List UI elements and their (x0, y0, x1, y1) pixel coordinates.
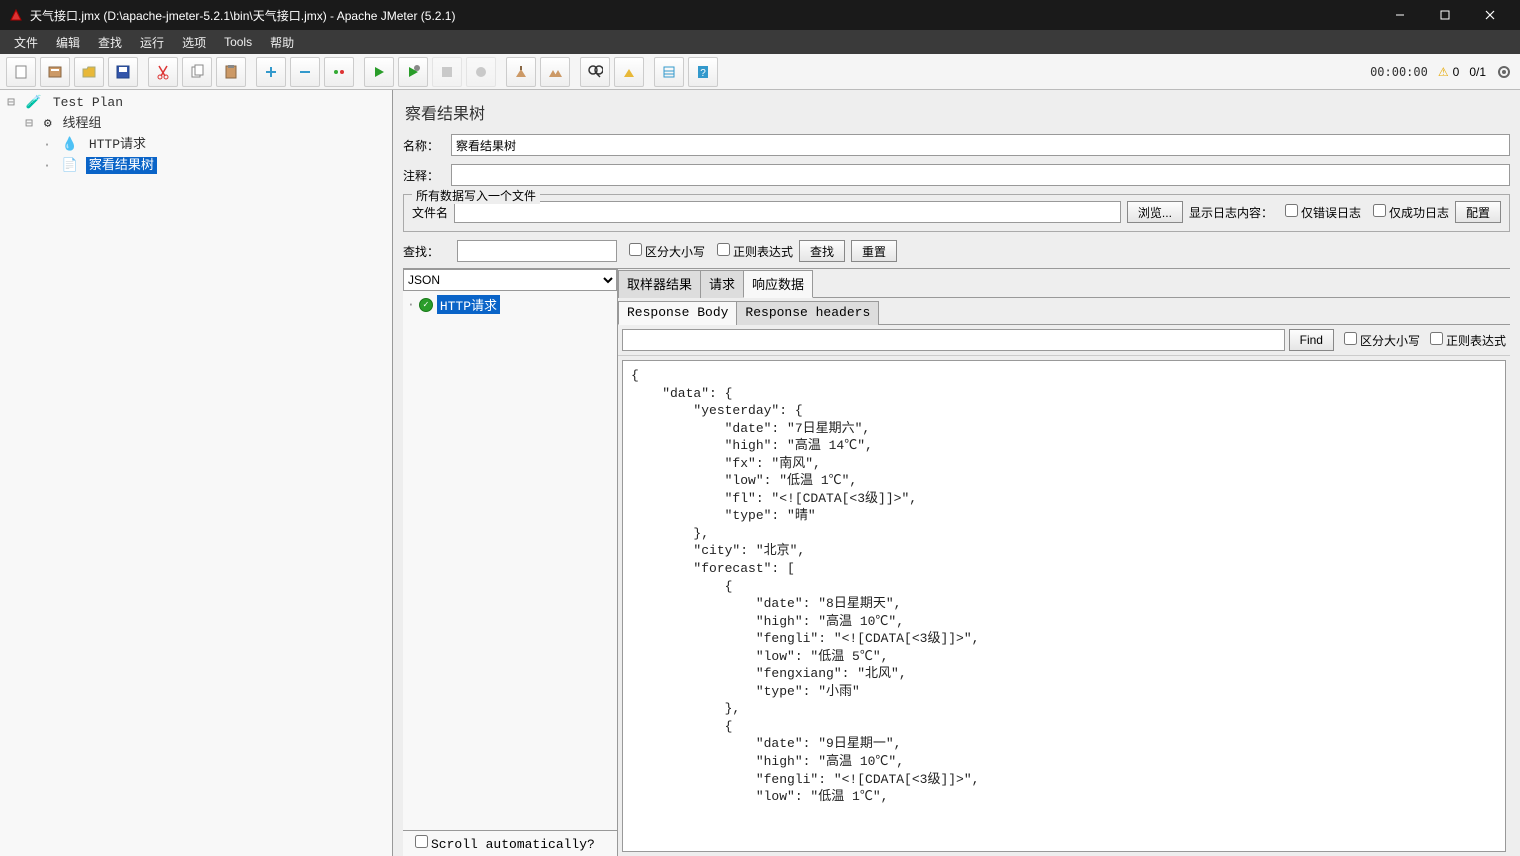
scroll-auto-checkbox[interactable]: Scroll automatically? (409, 837, 595, 852)
menu-edit[interactable]: 编辑 (48, 32, 88, 53)
renderer-select[interactable]: JSON (403, 269, 617, 291)
search-label: 查找： (403, 243, 451, 260)
only-error-checkbox[interactable]: 仅错误日志 (1279, 204, 1361, 221)
warning-icon: ⚠ (1438, 65, 1449, 79)
reset-search-button[interactable] (614, 57, 644, 87)
test-plan-tree[interactable]: ⊟ 🧪 Test Plan ⊟ ⚙ 线程组 · 💧 HTTP请求 · 📄 察看结… (0, 90, 393, 856)
shutdown-button[interactable] (466, 57, 496, 87)
write-results-fieldset: 所有数据写入一个文件 文件名 浏览... 显示日志内容： 仅错误日志 仅成功日志… (403, 194, 1510, 232)
subtab-response-body[interactable]: Response Body (618, 301, 737, 325)
result-item-http[interactable]: · ✓ HTTP请求 (407, 295, 613, 314)
paste-button[interactable] (216, 57, 246, 87)
menu-search[interactable]: 查找 (90, 32, 130, 53)
comment-label: 注释： (403, 167, 451, 184)
toggle-button[interactable] (324, 57, 354, 87)
function-helper-button[interactable] (654, 57, 684, 87)
stop-button[interactable] (432, 57, 462, 87)
menu-bar: 文件 编辑 查找 运行 选项 Tools 帮助 (0, 30, 1520, 54)
detail-tabs: 取样器结果 请求 响应数据 (618, 269, 1510, 298)
expand-button[interactable] (256, 57, 286, 87)
find-case-checkbox[interactable]: 区分大小写 (1338, 332, 1420, 349)
menu-run[interactable]: 运行 (132, 32, 172, 53)
search-input[interactable] (457, 240, 617, 262)
tab-sampler-result[interactable]: 取样器结果 (618, 270, 701, 298)
tree-node-thread-group[interactable]: ⊟ ⚙ 线程组 (4, 111, 388, 132)
name-label: 名称： (403, 137, 451, 154)
toolbar: ? 00:00:00 ⚠ 0 0/1 (0, 54, 1520, 90)
browse-button[interactable]: 浏览... (1127, 201, 1183, 223)
window-maximize-button[interactable] (1422, 0, 1467, 30)
templates-button[interactable] (40, 57, 70, 87)
only-success-checkbox[interactable]: 仅成功日志 (1367, 204, 1449, 221)
window-close-button[interactable] (1467, 0, 1512, 30)
results-list[interactable]: · ✓ HTTP请求 (403, 291, 617, 830)
tab-response-data[interactable]: 响应数据 (743, 270, 813, 298)
clear-all-button[interactable] (540, 57, 570, 87)
search-regex-checkbox[interactable]: 正则表达式 (711, 243, 793, 260)
menu-options[interactable]: 选项 (174, 32, 214, 53)
tree-node-view-results-tree[interactable]: · 📄 察看结果树 (4, 153, 388, 174)
configure-button[interactable]: 配置 (1455, 201, 1501, 223)
search-button[interactable]: 查找 (799, 240, 845, 262)
filename-label: 文件名 (412, 204, 448, 221)
window-title: 天气接口.jmx (D:\apache-jmeter-5.2.1\bin\天气接… (30, 7, 1377, 24)
flask-icon: 🧪 (26, 95, 42, 110)
menu-file[interactable]: 文件 (6, 32, 46, 53)
filename-input[interactable] (454, 201, 1121, 223)
elapsed-time: 00:00:00 (1370, 65, 1428, 79)
subtab-response-headers[interactable]: Response headers (736, 301, 879, 325)
start-no-pause-button[interactable] (398, 57, 428, 87)
window-titlebar: 天气接口.jmx (D:\apache-jmeter-5.2.1\bin\天气接… (0, 0, 1520, 30)
clear-button[interactable] (506, 57, 536, 87)
search-tree-button[interactable] (580, 57, 610, 87)
menu-help[interactable]: 帮助 (262, 32, 302, 53)
start-button[interactable] (364, 57, 394, 87)
find-input[interactable] (622, 329, 1285, 351)
show-log-label: 显示日志内容： (1189, 204, 1273, 221)
threads-count: 0/1 (1469, 65, 1486, 79)
tab-request[interactable]: 请求 (700, 270, 744, 298)
open-button[interactable] (74, 57, 104, 87)
comment-input[interactable] (451, 164, 1510, 186)
gear-icon: ⚙ (44, 116, 52, 131)
svg-text:?: ? (700, 68, 706, 79)
copy-button[interactable] (182, 57, 212, 87)
response-subtabs: Response Body Response headers (618, 298, 1510, 325)
success-icon: ✓ (419, 298, 433, 312)
name-input[interactable] (451, 134, 1510, 156)
search-case-checkbox[interactable]: 区分大小写 (623, 243, 705, 260)
app-icon (8, 7, 24, 23)
fieldset-legend: 所有数据写入一个文件 (412, 187, 540, 204)
save-button[interactable] (108, 57, 138, 87)
response-body-text[interactable]: { "data": { "yesterday": { "date": "7日星期… (622, 360, 1506, 852)
page-icon: 📄 (62, 158, 78, 173)
cut-button[interactable] (148, 57, 178, 87)
reset-button[interactable]: 重置 (851, 240, 897, 262)
warning-count: 0 (1453, 65, 1460, 79)
pipette-icon: 💧 (62, 137, 78, 152)
tree-node-test-plan[interactable]: ⊟ 🧪 Test Plan (4, 94, 388, 111)
help-button[interactable]: ? (688, 57, 718, 87)
find-button[interactable]: Find (1289, 329, 1334, 351)
find-regex-checkbox[interactable]: 正则表达式 (1424, 332, 1506, 349)
panel-title: 察看结果树 (403, 96, 1510, 134)
new-button[interactable] (6, 57, 36, 87)
window-minimize-button[interactable] (1377, 0, 1422, 30)
tree-node-http-request[interactable]: · 💧 HTTP请求 (4, 132, 388, 153)
collapse-button[interactable] (290, 57, 320, 87)
gear-icon[interactable] (1496, 64, 1512, 80)
menu-tools[interactable]: Tools (216, 33, 260, 51)
